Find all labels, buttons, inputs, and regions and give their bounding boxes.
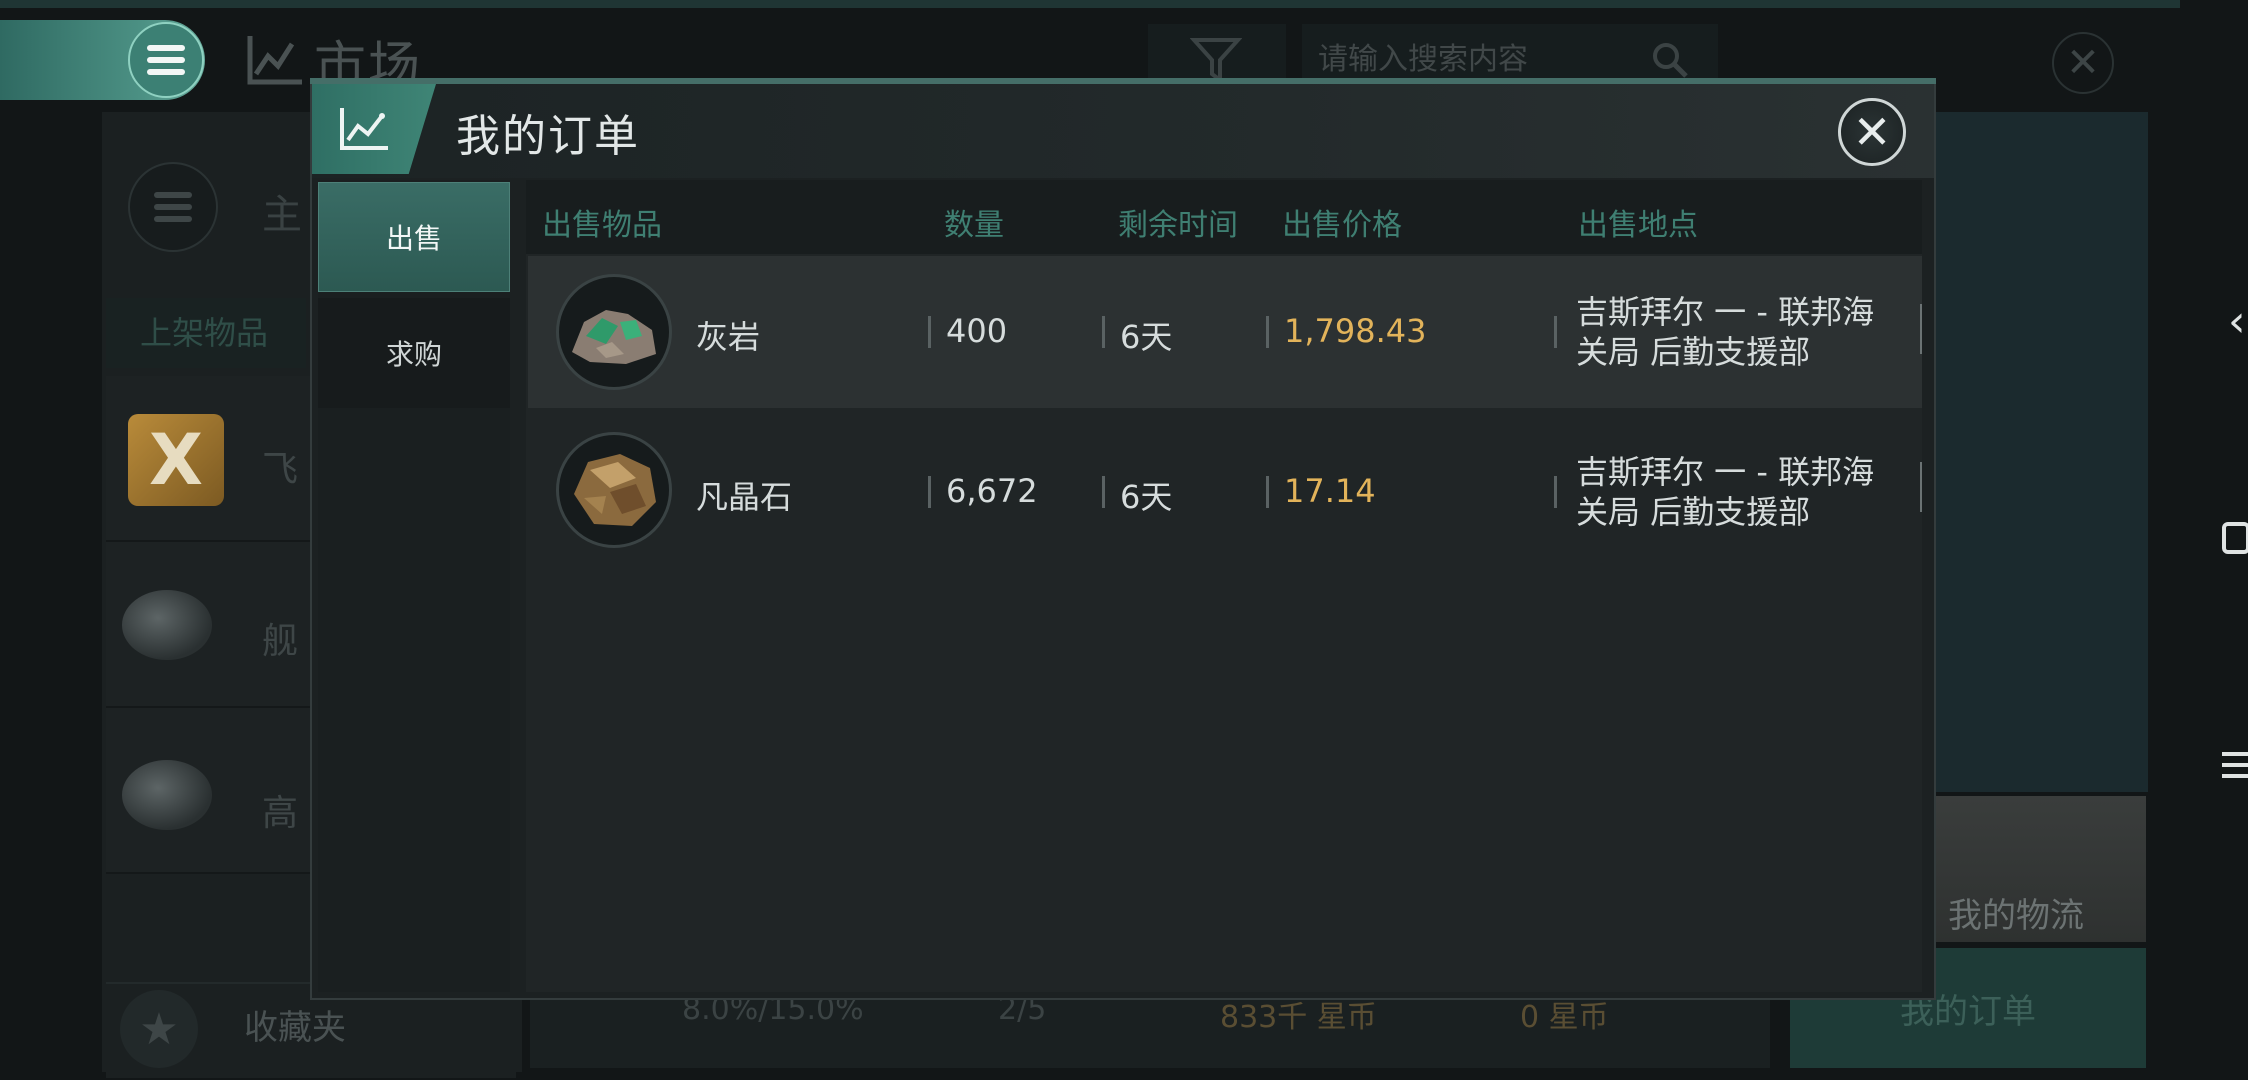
list-item-label: 高 <box>262 793 299 834</box>
item-x-icon: X <box>128 414 224 506</box>
list-item-label: 飞 <box>262 449 299 490</box>
list-item-label: 舰 <box>262 621 299 662</box>
market-close-button[interactable]: ✕ <box>2052 32 2114 94</box>
ship-icon <box>122 590 212 660</box>
market-chart-icon <box>247 36 302 85</box>
filter-icon <box>1190 38 1242 84</box>
limestone-ore-icon <box>556 274 672 390</box>
home-icon[interactable] <box>2222 522 2248 554</box>
quantity: 400 <box>946 312 1008 350</box>
location-line1: 吉斯拜尔 一 - 联邦海 <box>1576 293 1875 331</box>
row-edge-line <box>1920 462 1922 512</box>
price: 1,798.43 <box>1284 312 1427 350</box>
remaining-time: 6天 <box>1120 478 1173 516</box>
category-menu-button[interactable] <box>128 162 218 252</box>
tab-listed-items[interactable]: 上架物品 <box>106 298 306 368</box>
row-edge-line <box>1920 304 1922 354</box>
remaining-time: 6天 <box>1120 318 1173 356</box>
column-separator <box>1266 476 1269 508</box>
item-name: 凡晶石 <box>696 478 793 516</box>
search-icon[interactable] <box>1650 40 1690 80</box>
close-icon: ✕ <box>2066 40 2100 86</box>
module-icon <box>122 760 212 830</box>
tab-sell[interactable]: 出售 <box>318 182 510 292</box>
column-price: 出售价格 <box>1282 208 1402 243</box>
quantity: 6,672 <box>946 472 1038 510</box>
star-icon: ★ <box>120 990 198 1068</box>
menu-icon <box>154 192 192 222</box>
column-separator <box>1102 476 1105 508</box>
my-logistics-label[interactable]: 我的物流 <box>1948 888 2084 937</box>
column-separator <box>1266 316 1269 348</box>
location: 吉斯拜尔 一 - 联邦海 关局 后勤支援部 <box>1576 452 1896 532</box>
column-quantity: 数量 <box>944 208 1004 243</box>
veldspar-ore-icon <box>556 432 672 548</box>
tab-buy[interactable]: 求购 <box>318 298 510 408</box>
column-item: 出售物品 <box>542 208 662 243</box>
location: 吉斯拜尔 一 - 联邦海 关局 后勤支援部 <box>1576 292 1896 372</box>
price: 17.14 <box>1284 472 1376 510</box>
menu-icon <box>147 45 185 75</box>
back-icon[interactable]: ‹ <box>2228 296 2246 347</box>
location-line2: 关局 后勤支援部 <box>1576 493 1811 531</box>
column-location: 出售地点 <box>1578 208 1698 243</box>
column-separator <box>1554 476 1557 508</box>
recents-icon[interactable] <box>2222 752 2248 785</box>
column-separator <box>1102 316 1105 348</box>
dialog-close-button[interactable]: ✕ <box>1838 98 1906 166</box>
market-chart-icon <box>340 108 388 150</box>
top-bar-line <box>0 0 2180 8</box>
column-separator <box>1554 316 1557 348</box>
column-remaining: 剩余时间 <box>1118 208 1238 243</box>
menu-button[interactable] <box>128 22 204 98</box>
location-line2: 关局 后勤支援部 <box>1576 333 1811 371</box>
order-type-tabs: 出售 求购 <box>318 180 510 992</box>
location-line1: 吉斯拜尔 一 - 联邦海 <box>1576 453 1875 491</box>
favorites-label: 收藏夹 <box>244 1008 346 1048</box>
dialog-title: 我的订单 <box>456 111 640 162</box>
item-name: 灰岩 <box>696 318 761 356</box>
search-placeholder: 请输入搜索内容 <box>1318 42 1528 77</box>
column-separator <box>928 316 931 348</box>
close-icon: ✕ <box>1852 105 1892 159</box>
left-panel-header: 主 <box>262 192 302 238</box>
column-separator <box>928 476 931 508</box>
